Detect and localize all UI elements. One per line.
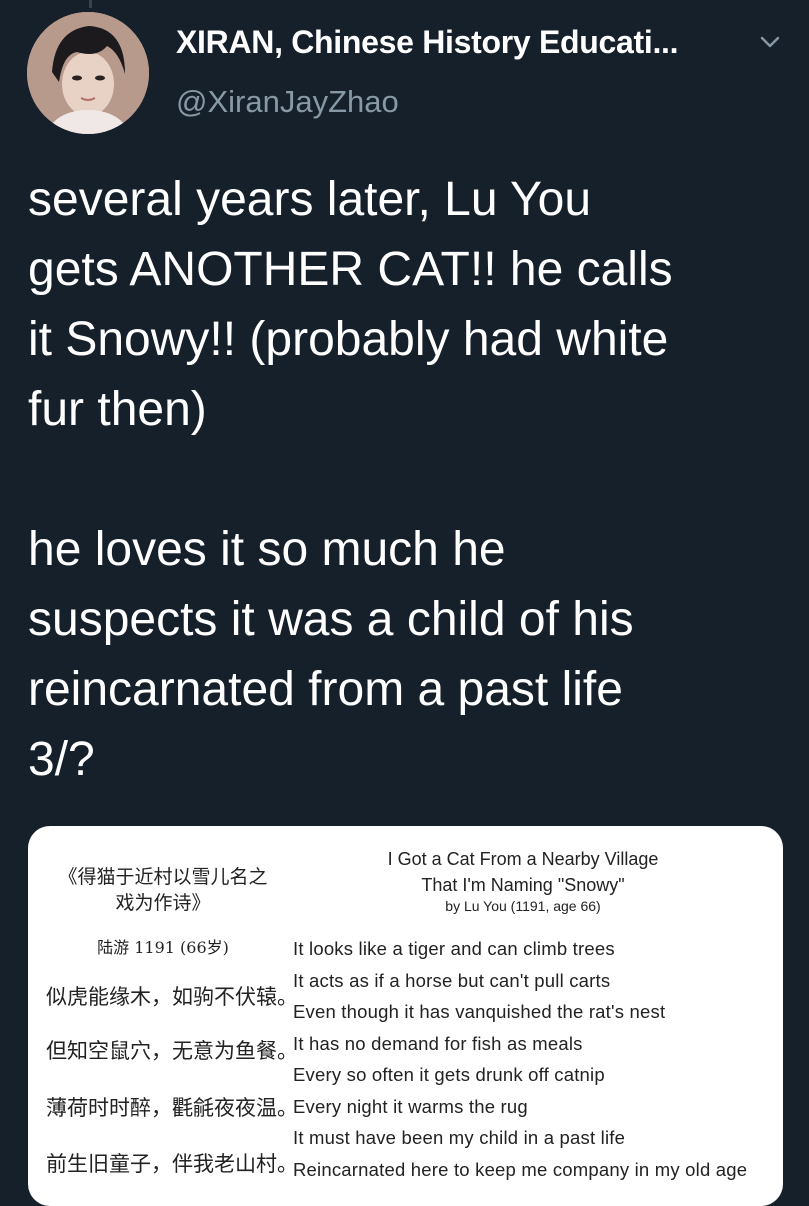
english-poem-byline: by Lu You (1191, age 66) [445,898,601,914]
chinese-poem-author: 陆游 1191 (66岁) [97,938,229,957]
chinese-poem-line: 但知空鼠穴，无意为鱼餐。 [46,1039,298,1063]
user-handle[interactable]: @XiranJayZhao [176,84,399,120]
english-poem-line: Every so often it gets drunk off catnip [293,1064,605,1085]
chinese-poem-line: 似虎能缘木，如驹不伏辕。 [46,985,298,1009]
display-name[interactable]: XIRAN, Chinese History Educati... [176,24,679,61]
english-poem-line: It acts as if a horse but can't pull car… [293,970,611,991]
thread-connector-line [89,0,92,8]
chinese-poem-line: 薄荷时时醉，氍毹夜夜温。 [46,1096,298,1120]
english-poem-line: It looks like a tiger and can climb tree… [293,938,615,959]
english-poem-line: It has no demand for fish as meals [293,1033,583,1054]
chinese-poem-line: 前生旧童子，伴我老山村。 [46,1152,298,1176]
english-poem-title: I Got a Cat From a Nearby Village That I… [387,849,659,895]
english-poem-line: Reincarnated here to keep me company in … [293,1159,748,1180]
avatar[interactable] [27,12,149,134]
chevron-down-icon[interactable] [758,30,782,54]
tweet-text: several years later, Lu You gets ANOTHER… [28,173,673,786]
attached-image-card[interactable]: 《得猫于近村以雪儿名之 戏为作诗》 陆游 1191 (66岁) 似虎能缘木，如驹… [28,826,783,1206]
english-poem-line: Even though it has vanquished the rat's … [293,1001,666,1022]
avatar-portrait [27,12,149,134]
chinese-poem-title: 《得猫于近村以雪儿名之 戏为作诗》 [58,866,268,914]
english-poem-line: Every night it warms the rug [293,1096,528,1117]
english-poem-line: It must have been my child in a past lif… [293,1127,626,1148]
